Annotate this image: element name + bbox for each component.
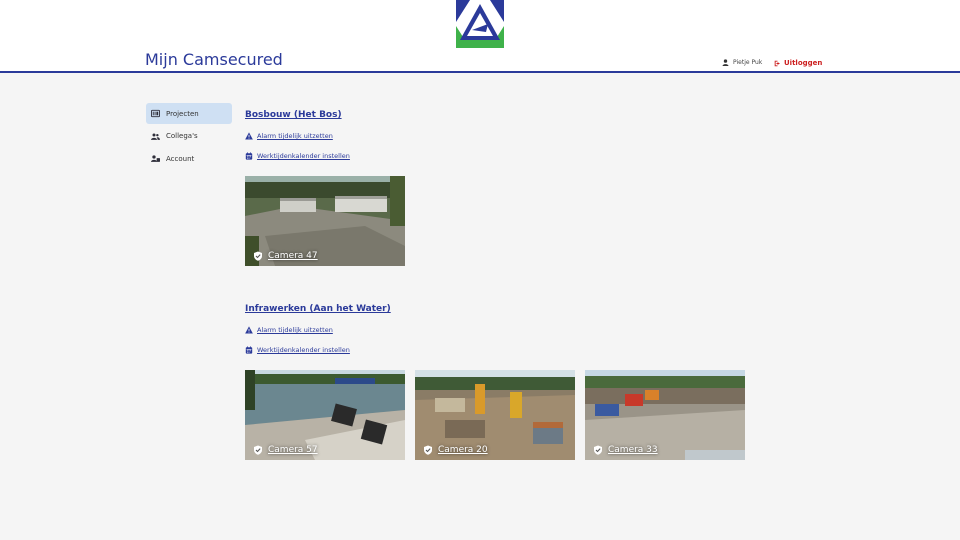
logout-icon <box>774 60 780 66</box>
camera-list: Camera 57 Camera 20 Camera 33 <box>245 370 745 460</box>
camera-tile[interactable]: Camera 20 <box>415 370 575 460</box>
sidebar-item-projecten[interactable]: Projecten <box>146 103 232 124</box>
shield-check-icon <box>594 445 602 455</box>
camera-tile[interactable]: Camera 57 <box>245 370 405 460</box>
camera-label: Camera 20 <box>423 445 488 455</box>
shield-check-icon <box>424 445 432 455</box>
projects-icon <box>151 109 160 118</box>
camera-label: Camera 47 <box>253 251 318 261</box>
camera-tile[interactable]: Camera 33 <box>585 370 745 460</box>
warning-icon <box>245 132 253 140</box>
sidebar-item-label: Collega's <box>166 132 198 140</box>
account-icon <box>151 155 160 162</box>
logout-button[interactable]: Uitloggen <box>774 59 822 67</box>
user-icon <box>722 59 729 66</box>
sidebar-item-label: Projecten <box>166 109 199 118</box>
alarm-disable-link[interactable]: Alarm tijdelijk uitzetten <box>245 324 745 336</box>
project-title[interactable]: Bosbouw (Het Bos) <box>245 108 405 122</box>
shield-check-icon <box>254 251 262 261</box>
work-calendar-link[interactable]: Werktijdenkalender instellen <box>245 150 405 162</box>
sidebar: Projecten Collega's Account <box>146 103 232 171</box>
camera-tile[interactable]: Camera 47 <box>245 176 405 266</box>
calendar-icon <box>245 346 253 354</box>
alarm-disable-link[interactable]: Alarm tijdelijk uitzetten <box>245 130 405 142</box>
work-calendar-link[interactable]: Werktijdenkalender instellen <box>245 344 745 356</box>
camera-list: Camera 47 <box>245 176 405 266</box>
logout-label: Uitloggen <box>784 59 823 67</box>
sidebar-item-collegas[interactable]: Collega's <box>146 126 232 147</box>
sidebar-item-label: Account <box>166 154 195 163</box>
project-infrawerken: Infrawerken (Aan het Water) Alarm tijdel… <box>245 302 745 460</box>
users-icon <box>151 133 160 140</box>
camera-label: Camera 33 <box>593 445 658 455</box>
page-title: Mijn Camsecured <box>145 50 283 69</box>
sidebar-item-account[interactable]: Account <box>146 148 232 169</box>
shield-check-icon <box>254 445 262 455</box>
header: Mijn Camsecured Pietje Puk Uitloggen <box>0 0 960 73</box>
camera-label: Camera 57 <box>253 445 318 455</box>
user-info: Pietje Puk <box>722 59 762 66</box>
warning-icon <box>245 326 253 334</box>
camsecured-logo[interactable] <box>456 0 504 48</box>
calendar-icon <box>245 152 253 160</box>
project-bosbouw: Bosbouw (Het Bos) Alarm tijdelijk uitzet… <box>245 108 405 266</box>
user-name: Pietje Puk <box>733 59 763 66</box>
project-title[interactable]: Infrawerken (Aan het Water) <box>245 302 745 316</box>
